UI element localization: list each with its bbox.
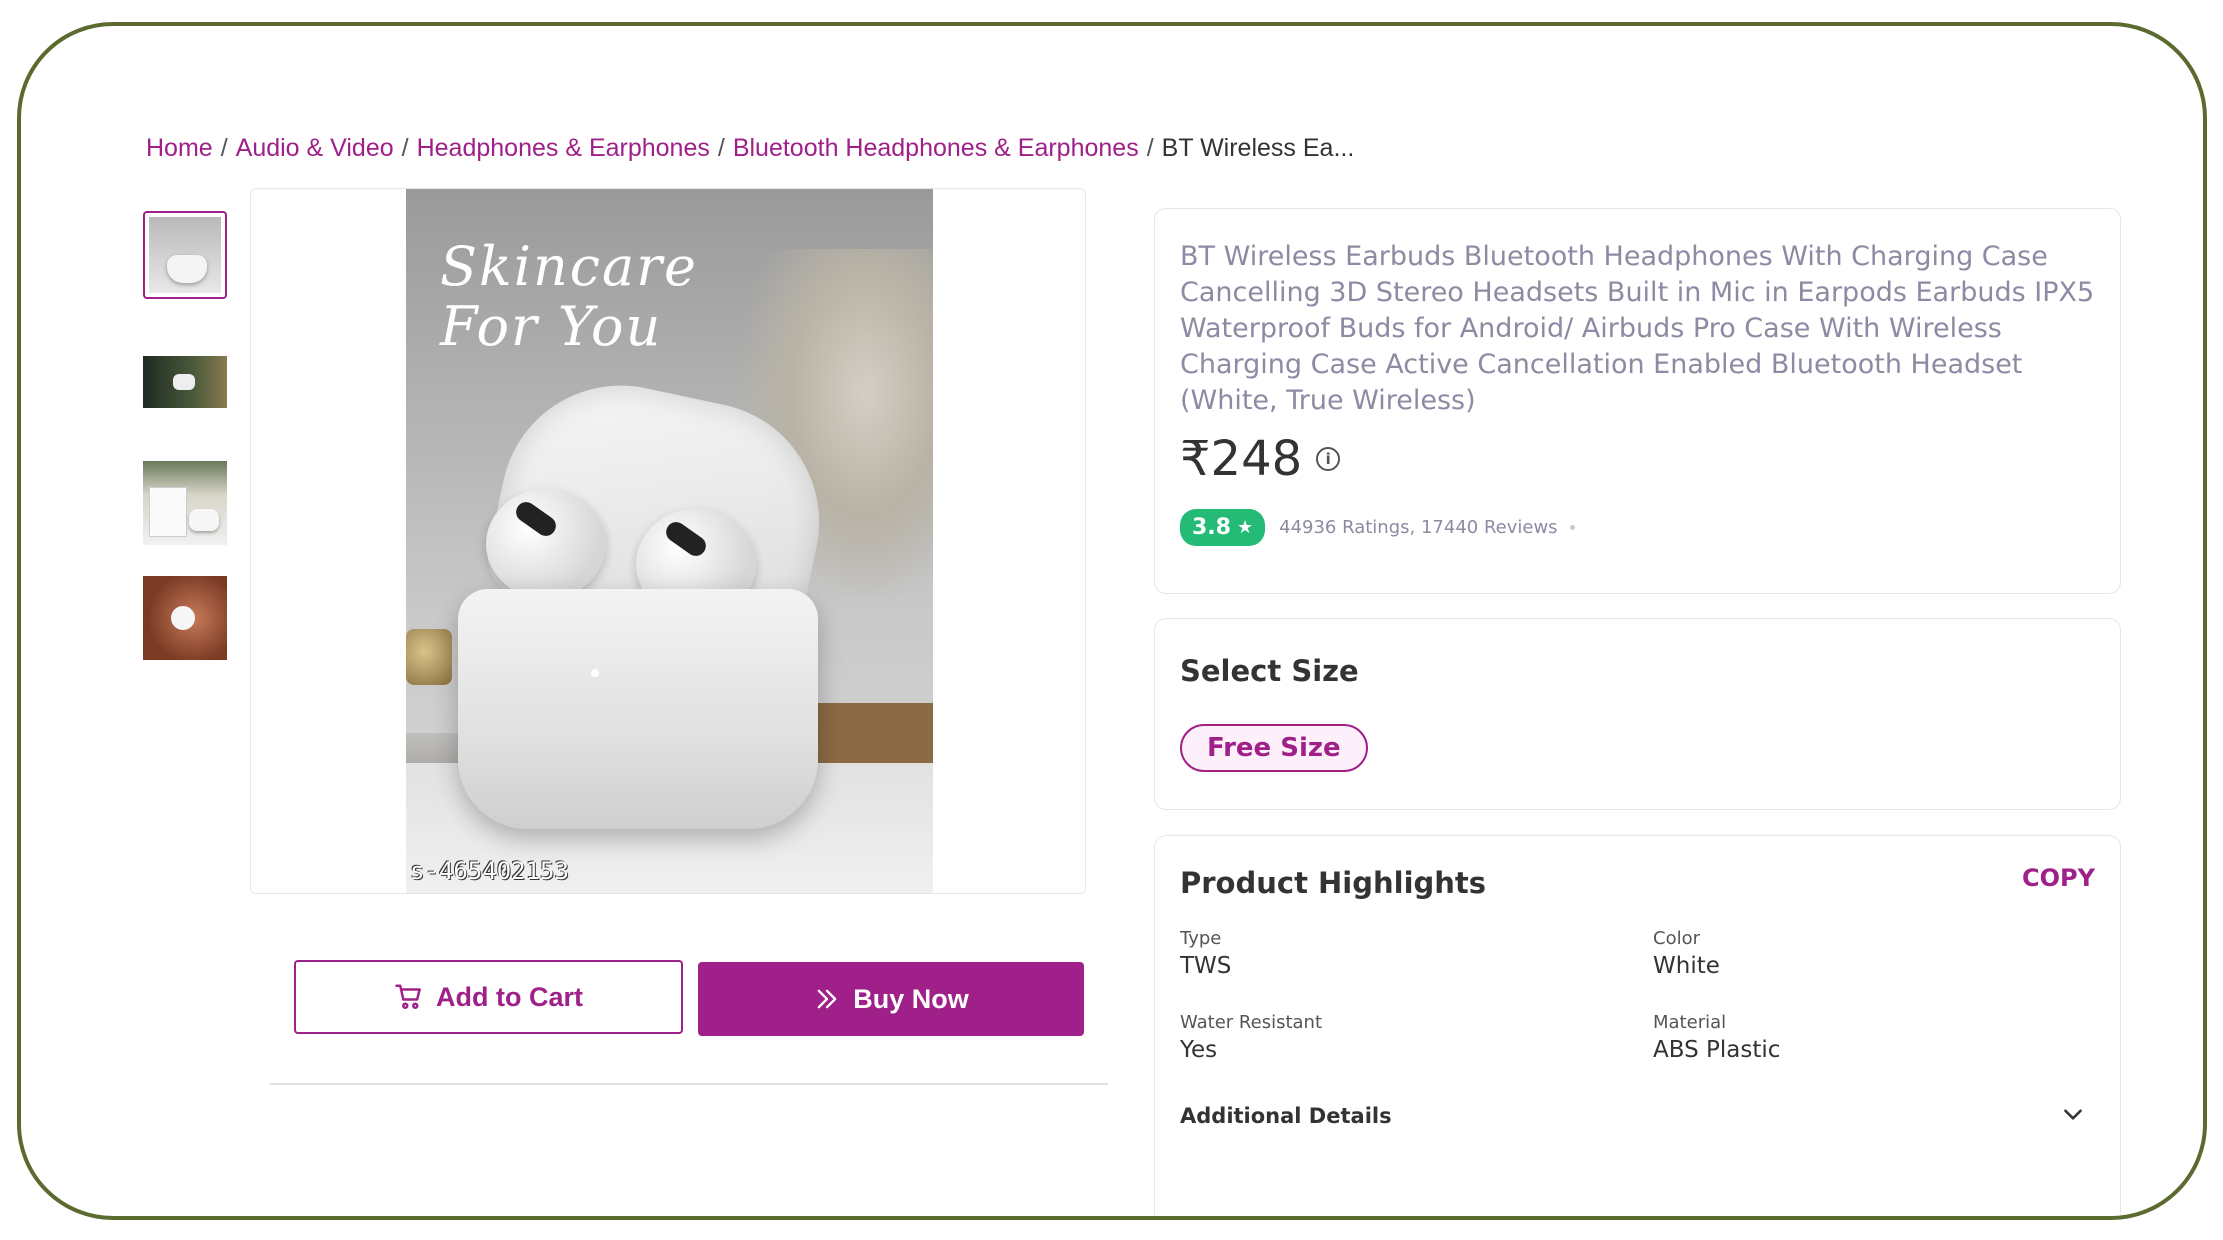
- page-frame: Home / Audio & Video / Headphones & Earphone…: [17, 22, 2207, 1220]
- select-size-card: Select Size Free Size: [1154, 618, 2121, 810]
- thumbnail-image: [143, 356, 227, 408]
- highlight-label: Color: [1653, 928, 1700, 949]
- thumbnail-3[interactable]: [143, 461, 227, 545]
- dot-icon: [1569, 525, 1575, 530]
- price-value: ₹248: [1180, 431, 1303, 487]
- chevron-down-icon[interactable]: [2060, 1101, 2086, 1127]
- product-title: BT Wireless Earbuds Bluetooth Headphones…: [1180, 241, 2095, 416]
- image-watermark: s-465402153: [410, 857, 569, 885]
- breadcrumb-separator: /: [401, 134, 409, 162]
- product-highlights-card: Product Highlights COPY Type TWS Color W…: [1154, 835, 2121, 1216]
- ratings-reviews-count[interactable]: 44936 Ratings, 17440 Reviews: [1279, 517, 1557, 538]
- buy-now-button[interactable]: Buy Now: [698, 962, 1084, 1036]
- highlight-material: Material ABS Plastic: [1653, 1012, 1780, 1063]
- copy-button[interactable]: COPY: [2022, 864, 2095, 892]
- add-to-cart-label: Add to Cart: [436, 981, 583, 1012]
- main-image-container: Skincare For You s-465402153: [250, 188, 1086, 894]
- main-product-image[interactable]: Skincare For You s-465402153: [406, 189, 933, 893]
- case-led: [591, 669, 599, 677]
- highlight-value: Yes: [1180, 1037, 1218, 1063]
- buy-now-label: Buy Now: [853, 983, 969, 1014]
- divider: [270, 1083, 1108, 1085]
- select-size-title: Select Size: [1180, 654, 1359, 688]
- price: ₹248 i: [1180, 431, 1341, 487]
- double-chevron-right-icon: [817, 989, 837, 1009]
- image-overlay-text: Skincare For You: [440, 237, 698, 357]
- breadcrumb-headphones[interactable]: Headphones & Earphones: [417, 134, 710, 162]
- highlights-title: Product Highlights: [1180, 866, 1487, 900]
- info-icon[interactable]: i: [1316, 447, 1341, 471]
- thumbnail-image: [143, 461, 227, 545]
- thumbnail-image: [149, 217, 221, 293]
- thumbnail-2[interactable]: [143, 356, 227, 408]
- breadcrumb-separator: /: [220, 134, 228, 162]
- highlight-color: Color White: [1653, 928, 1720, 979]
- rating-row: 3.8 ★ 44936 Ratings, 17440 Reviews: [1180, 509, 1575, 546]
- breadcrumb-bluetooth-headphones[interactable]: Bluetooth Headphones & Earphones: [733, 134, 1139, 162]
- highlight-label: Type: [1180, 928, 1222, 949]
- highlight-value: White: [1653, 953, 1720, 979]
- highlight-label: Water Resistant: [1180, 1012, 1323, 1033]
- breadcrumb-audio-video[interactable]: Audio & Video: [236, 134, 394, 162]
- highlight-value: ABS Plastic: [1653, 1037, 1781, 1063]
- overlay-line-1: Skincare: [440, 235, 698, 298]
- add-to-cart-button[interactable]: Add to Cart: [294, 960, 683, 1034]
- earbud-left: [486, 489, 606, 599]
- breadcrumb: Home / Audio & Video / Headphones & Earphone…: [146, 134, 1354, 163]
- breadcrumb-current: BT Wireless Ea...: [1161, 134, 1355, 162]
- breadcrumb-separator: /: [1146, 134, 1154, 162]
- thumbnail-4[interactable]: [143, 576, 227, 660]
- star-icon: ★: [1236, 517, 1254, 538]
- breadcrumb-separator: /: [717, 134, 725, 162]
- cart-icon: [395, 984, 421, 1009]
- rating-badge: 3.8 ★: [1180, 509, 1266, 546]
- highlight-value: TWS: [1180, 953, 1232, 979]
- additional-details-toggle[interactable]: Additional Details: [1180, 1104, 1392, 1128]
- size-option-free-size[interactable]: Free Size: [1180, 724, 1368, 772]
- highlight-type: Type TWS: [1180, 928, 1231, 979]
- product-info-card: BT Wireless Earbuds Bluetooth Headphones…: [1154, 208, 2121, 594]
- overlay-line-2: For You: [440, 295, 663, 358]
- highlight-label: Material: [1653, 1012, 1727, 1033]
- breadcrumb-home[interactable]: Home: [146, 134, 213, 162]
- earbuds-case: [458, 589, 818, 829]
- thumbnail-1[interactable]: [143, 211, 227, 299]
- background-knob: [406, 629, 452, 685]
- highlight-water-resistant: Water Resistant Yes: [1180, 1012, 1322, 1063]
- thumbnail-image: [143, 576, 227, 660]
- rating-value: 3.8: [1192, 515, 1231, 540]
